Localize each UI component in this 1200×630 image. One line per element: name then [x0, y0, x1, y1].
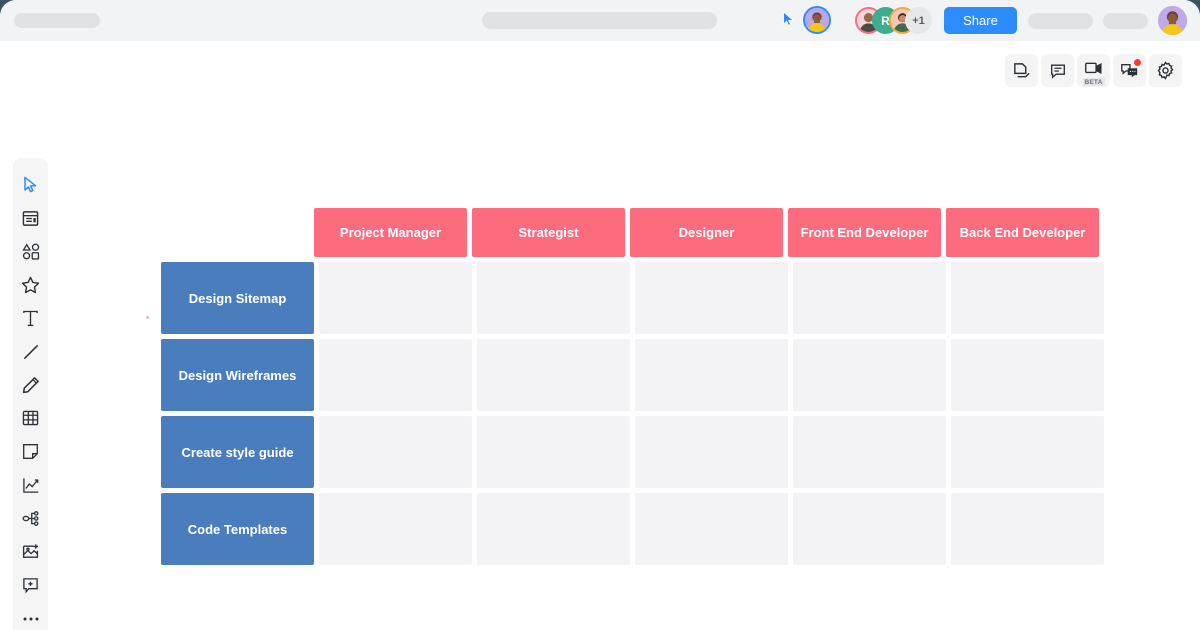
- line-tool[interactable]: [13, 335, 48, 368]
- comment-add-icon: [22, 577, 39, 594]
- cursor-tool[interactable]: [13, 168, 48, 201]
- matrix-row: Code Templates: [161, 493, 1104, 565]
- row-header-code-templates[interactable]: Code Templates: [161, 493, 314, 565]
- pages-icon: [1012, 61, 1031, 80]
- settings-button[interactable]: [1149, 54, 1182, 87]
- notification-dot: [1134, 59, 1141, 66]
- chart-tool[interactable]: [13, 469, 48, 502]
- matrix-cell[interactable]: [635, 493, 788, 565]
- matrix-cell[interactable]: [951, 262, 1104, 334]
- text-tool[interactable]: [13, 302, 48, 335]
- avatar-self[interactable]: [803, 6, 831, 34]
- table-tool[interactable]: [13, 402, 48, 435]
- matrix-cell[interactable]: [477, 493, 630, 565]
- gear-icon: [1156, 61, 1175, 80]
- matrix-cell[interactable]: [319, 262, 472, 334]
- avatar-overflow-count[interactable]: +1: [905, 7, 932, 34]
- row-header-create-style-guide[interactable]: Create style guide: [161, 416, 314, 488]
- matrix-cell[interactable]: [319, 339, 472, 411]
- beta-badge: BETA: [1082, 78, 1105, 86]
- share-button[interactable]: Share: [944, 7, 1017, 34]
- star-icon: [21, 276, 40, 294]
- column-header-designer[interactable]: Designer: [630, 208, 783, 257]
- matrix-cell[interactable]: [793, 262, 946, 334]
- star-tool[interactable]: [13, 268, 48, 301]
- matrix-cell[interactable]: [951, 339, 1104, 411]
- more-tools[interactable]: [13, 602, 48, 630]
- matrix-cell[interactable]: [319, 493, 472, 565]
- matrix-corner-spacer: [161, 208, 309, 257]
- text-icon: [22, 310, 39, 327]
- image-add-icon: [22, 543, 40, 560]
- avatar-account[interactable]: [1158, 6, 1187, 35]
- board-toolbar: BETA: [1005, 54, 1182, 87]
- chrome-placeholder-right-2[interactable]: [1103, 13, 1148, 29]
- matrix-cell[interactable]: [635, 262, 788, 334]
- comments-button[interactable]: [1041, 54, 1074, 87]
- mindmap-tool[interactable]: [13, 502, 48, 535]
- matrix-row: Design Wireframes: [161, 339, 1104, 411]
- video-button[interactable]: BETA: [1077, 54, 1110, 87]
- column-header-project-manager[interactable]: Project Manager: [314, 208, 467, 257]
- matrix-cell[interactable]: [319, 416, 472, 488]
- column-header-strategist[interactable]: Strategist: [472, 208, 625, 257]
- matrix-cell[interactable]: [635, 339, 788, 411]
- ellipsis-icon: [22, 616, 40, 622]
- matrix-cell[interactable]: [793, 416, 946, 488]
- canvas-artifact: [146, 316, 149, 319]
- chart-icon: [22, 477, 40, 494]
- comment-add-tool[interactable]: [13, 569, 48, 602]
- matrix-cell[interactable]: [951, 416, 1104, 488]
- raci-matrix: Project Manager Strategist Designer Fron…: [161, 208, 1104, 570]
- tool-sidebar: [13, 158, 48, 630]
- matrix-row: Design Sitemap: [161, 262, 1104, 334]
- matrix-cell[interactable]: [635, 416, 788, 488]
- chat-button[interactable]: [1113, 54, 1146, 87]
- browser-window: R +1 Share BETA Project Manager Strategi…: [0, 0, 1200, 630]
- line-icon: [22, 343, 40, 361]
- matrix-cell[interactable]: [477, 339, 630, 411]
- matrix-cell[interactable]: [951, 493, 1104, 565]
- matrix-cell[interactable]: [477, 262, 630, 334]
- table-icon: [22, 410, 39, 426]
- matrix-header-row: Project Manager Strategist Designer Fron…: [161, 208, 1104, 257]
- sticky-note-icon: [22, 443, 39, 460]
- template-icon: [22, 210, 39, 227]
- browser-tab-placeholder[interactable]: [14, 13, 100, 28]
- comment-icon: [1049, 62, 1067, 80]
- address-bar-placeholder[interactable]: [482, 12, 717, 29]
- image-tool[interactable]: [13, 535, 48, 568]
- column-header-front-end-developer[interactable]: Front End Developer: [788, 208, 941, 257]
- matrix-cell[interactable]: [793, 493, 946, 565]
- row-header-design-sitemap[interactable]: Design Sitemap: [161, 262, 314, 334]
- chrome-placeholder-right-1[interactable]: [1028, 13, 1093, 29]
- pen-tool[interactable]: [13, 368, 48, 401]
- matrix-row: Create style guide: [161, 416, 1104, 488]
- pages-button[interactable]: [1005, 54, 1038, 87]
- template-tool[interactable]: [13, 201, 48, 234]
- cursor-icon: [23, 176, 38, 193]
- mindmap-icon: [21, 510, 40, 527]
- matrix-cell[interactable]: [793, 339, 946, 411]
- sticky-note-tool[interactable]: [13, 435, 48, 468]
- matrix-cell[interactable]: [477, 416, 630, 488]
- shapes-tool[interactable]: [13, 235, 48, 268]
- pen-icon: [22, 376, 40, 394]
- column-header-back-end-developer[interactable]: Back End Developer: [946, 208, 1099, 257]
- row-header-design-wireframes[interactable]: Design Wireframes: [161, 339, 314, 411]
- browser-chrome-bar: R +1 Share: [0, 0, 1200, 41]
- collaborator-cursor-icon: [782, 11, 796, 27]
- shapes-icon: [21, 243, 40, 260]
